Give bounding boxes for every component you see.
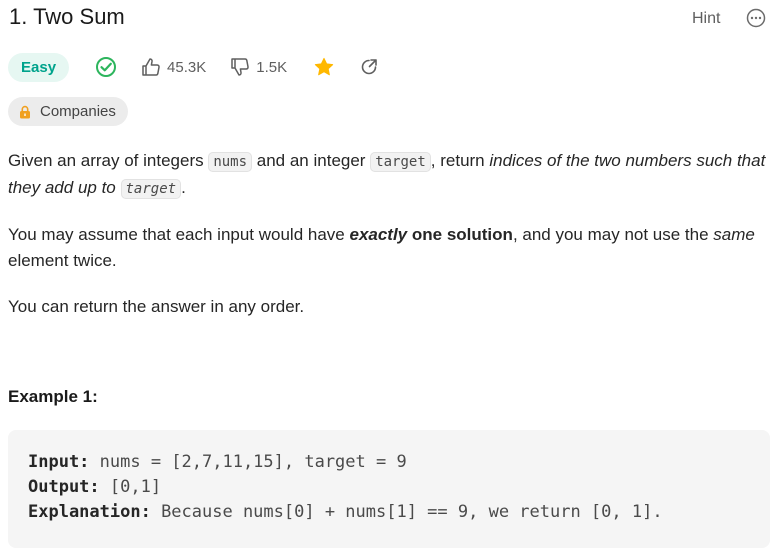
share-icon[interactable]: [359, 57, 379, 77]
inline-code-nums: nums: [208, 152, 253, 172]
problem-description: Given an array of integers nums and an i…: [8, 148, 778, 340]
example-explanation-line: Explanation: Because nums[0] + nums[1] =…: [28, 502, 663, 522]
thumbs-down-icon: [231, 58, 250, 76]
description-paragraph-1: Given an array of integers nums and an i…: [8, 151, 766, 199]
example-title: Example 1:: [8, 387, 98, 406]
more-options-icon[interactable]: [746, 8, 766, 28]
inline-code-target: target: [370, 152, 431, 172]
problem-title: 1. Two Sum: [9, 4, 125, 29]
problem-meta-row: Easy 45.3K 1.5K: [8, 52, 379, 82]
difficulty-badge: Easy: [8, 52, 70, 82]
thumbs-up-icon: [142, 58, 160, 76]
description-paragraph-2: You may assume that each input would hav…: [8, 225, 755, 270]
companies-tag[interactable]: Companies: [8, 97, 128, 126]
star-icon[interactable]: [313, 56, 335, 78]
description-paragraph-3: You can return the answer in any order.: [8, 297, 305, 316]
example-code-block: Input: nums = [2,7,11,15], target = 9 Ou…: [8, 430, 770, 548]
like-button[interactable]: 45.3K: [141, 57, 206, 77]
example-output-line: Output: [0,1]: [28, 477, 162, 497]
dislike-button[interactable]: 1.5K: [230, 57, 287, 77]
solved-check-icon: [96, 57, 117, 77]
example-input-line: Input: nums = [2,7,11,15], target = 9: [28, 452, 407, 472]
inline-code-target-italic: target: [120, 179, 182, 199]
lock-icon: [20, 105, 30, 118]
hint-button[interactable]: Hint: [692, 10, 720, 28]
dislike-count: 1.5K: [256, 58, 288, 76]
like-count: 45.3K: [167, 58, 207, 76]
companies-label: Companies: [40, 103, 116, 120]
